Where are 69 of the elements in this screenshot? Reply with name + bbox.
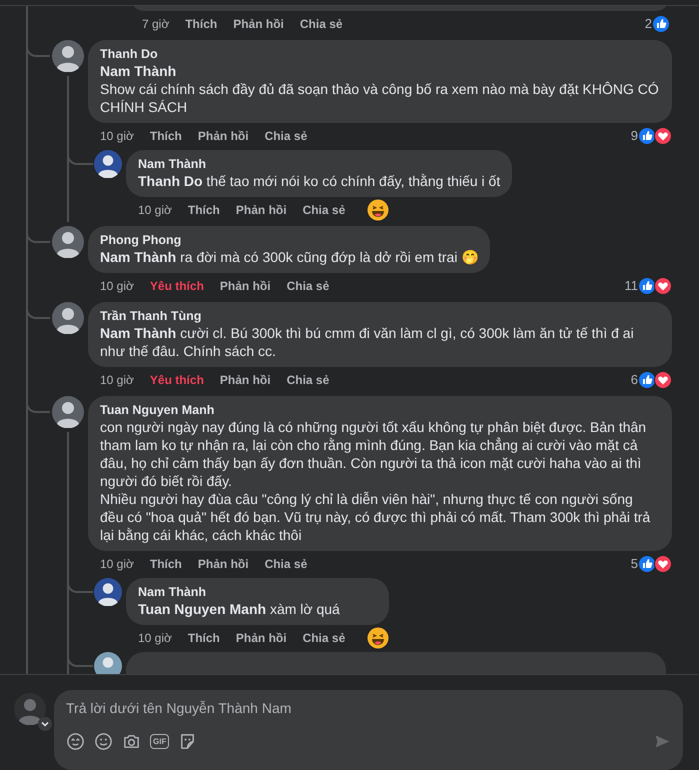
love-reaction-icon: [654, 370, 672, 388]
reaction-count: 5: [630, 556, 638, 571]
reply-input-field[interactable]: Trả lời dưới tên Nguyễn Thành Nam GIF: [54, 690, 683, 770]
like-link[interactable]: Thích: [188, 630, 220, 644]
comment-text: Tuan Nguyen Manh xàm lờ quá: [138, 600, 341, 618]
avatar[interactable]: [94, 150, 122, 178]
comment-time: 7 giờ: [142, 16, 170, 30]
avatar[interactable]: [52, 40, 84, 72]
comment-time: 10 giờ: [100, 128, 134, 142]
comment-text: Nam Thành Show cái chính sách đầy đủ đã soạn thảo và công bố ra xem nào mà bày đặt KHÔNG CÓ CHÍNH SÁCH: [100, 62, 660, 116]
like-link[interactable]: Yêu thích: [150, 372, 204, 386]
emoji-icon[interactable]: [94, 732, 113, 751]
like-reaction-icon: [638, 126, 656, 144]
share-link[interactable]: Chia sẻ: [302, 630, 346, 644]
comment-author[interactable]: Thanh Do: [100, 46, 660, 62]
comment-time: 10 giờ: [100, 372, 134, 386]
share-link[interactable]: Chia sẻ: [286, 372, 330, 386]
comment-author[interactable]: Tuan Nguyen Manh: [100, 402, 660, 418]
reply-link[interactable]: Phản hồi: [236, 630, 287, 644]
reaction-count: 2: [644, 16, 652, 31]
share-link[interactable]: Chia sẻ: [264, 128, 308, 142]
comment-time: 10 giờ: [100, 556, 134, 570]
reply-link[interactable]: Phản hồi: [236, 202, 287, 216]
like-link[interactable]: Thích: [188, 202, 220, 216]
reaction-count: 6: [630, 372, 638, 387]
like-reaction-icon: [638, 554, 656, 572]
share-link[interactable]: Chia sẻ: [286, 278, 330, 292]
comment-time: 10 giờ: [138, 202, 172, 216]
like-reaction-icon: [638, 370, 656, 388]
love-reaction-icon: [654, 276, 672, 294]
like-link[interactable]: Thích: [150, 128, 182, 142]
comment-text: con người ngày nay đúng là có những người tốt xấu không tự phân biệt được. Bản thân tham lam ko tự nhận ra, lại còn cho rằng mình đúng. Bạn kia chẳng ai cười vào mặt cả đâu, họ chỉ cảm thấy bạn ấy đơn thuần. Còn người ta thả icon mặt cười haha vào ai thì người đó biết rồi đấy. Nhiều người hay đùa câu "công lý chỉ là diễn viên hài", nhưng thực tế con người sống đều có "hoa quả" hết đó bạn. Vũ trụ này, có được thì phải có mất. Tham 300k thì phải trả lại bằng cái khác, cách khác thôi: [100, 418, 652, 544]
avatar[interactable]: [94, 652, 122, 674]
comment-text: Nam Thành cười cl. Bú 300k thì bú cmm đi văn làm cl gì, có 300k làm ăn tử tế thì đ ai như thế đâu. Chính sách cc.: [100, 324, 635, 360]
avatar[interactable]: [94, 578, 122, 606]
reply-link[interactable]: Phản hồi: [198, 556, 249, 570]
share-link[interactable]: Chia sẻ: [264, 556, 308, 570]
comment-author[interactable]: Nam Thành: [138, 584, 378, 600]
like-link[interactable]: Yêu thích: [150, 278, 204, 292]
avatar-sticker-icon[interactable]: [66, 732, 85, 751]
comment-author[interactable]: Nam Thành: [138, 156, 500, 172]
comment-time: 10 giờ: [100, 278, 134, 292]
like-reaction-icon: [652, 14, 670, 32]
laughing-emoji-icon: [367, 198, 390, 220]
camera-icon[interactable]: [122, 732, 141, 751]
share-link[interactable]: Chia sẻ: [300, 16, 343, 30]
share-link[interactable]: Chia sẻ: [302, 202, 346, 216]
avatar[interactable]: [52, 226, 84, 258]
reply-link[interactable]: Phản hồi: [233, 16, 284, 30]
comment-text: Nam Thành ra đời mà có 300k cũng đớp là dở rồi em trai 🤭: [100, 248, 478, 266]
reaction-count: 9: [630, 128, 638, 143]
like-reaction-icon: [638, 276, 656, 294]
avatar[interactable]: [52, 302, 84, 334]
love-reaction-icon: [654, 554, 672, 572]
comment-author[interactable]: Phong Phong: [100, 232, 478, 248]
like-link[interactable]: Thích: [150, 556, 182, 570]
love-reaction-icon: [654, 126, 672, 144]
gif-button[interactable]: GIF: [150, 734, 170, 749]
chevron-down-icon[interactable]: [38, 717, 52, 731]
comment-text: Thanh Do thế tao mới nói ko có chính đấy, thằng thiếu i ốt: [138, 172, 500, 190]
like-link[interactable]: Thích: [185, 16, 218, 30]
reply-link[interactable]: Phản hồi: [198, 128, 249, 142]
laughing-emoji-icon: [367, 626, 390, 648]
reaction-count: 11: [624, 278, 638, 293]
reply-link[interactable]: Phản hồi: [220, 278, 271, 292]
comment-time: 10 giờ: [138, 630, 172, 644]
comment-author[interactable]: Trần Thanh Tùng: [100, 308, 660, 324]
avatar[interactable]: [52, 396, 84, 428]
reply-link[interactable]: Phản hồi: [220, 372, 271, 386]
